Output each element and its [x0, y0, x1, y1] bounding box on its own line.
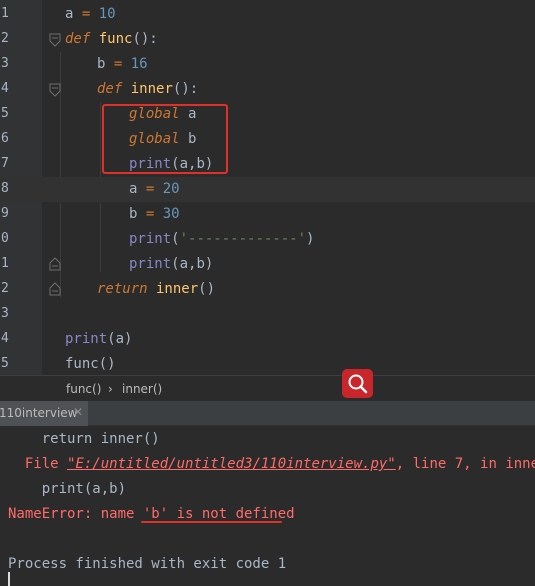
code-line[interactable]: 6 global b: [0, 127, 535, 152]
breadcrumb-item-func[interactable]: func(): [66, 382, 101, 396]
code-line[interactable]: 0 print('-------------'): [0, 227, 535, 252]
tab-110interview[interactable]: 110interview ✕: [0, 401, 88, 426]
annotation-underline: [141, 521, 282, 523]
line-number: 1: [1, 256, 9, 271]
error-message: NameError: name 'b' is not defined: [8, 506, 295, 522]
code-line[interactable]: 5 global a: [0, 102, 535, 127]
code-editor[interactable]: 1 a = 10 2 def func(): 3 b = 16 4 def in…: [0, 0, 535, 375]
tab-label: 110interview: [0, 406, 78, 420]
line-number: 4: [1, 81, 9, 96]
code-text: b = 16: [97, 56, 148, 72]
line-number: 7: [1, 156, 9, 171]
code-text: print(a,b): [129, 256, 214, 272]
line-number: 6: [1, 131, 9, 146]
breadcrumb-separator: ›: [108, 382, 113, 396]
code-line[interactable]: 1 print(a,b): [0, 252, 535, 277]
code-line[interactable]: 3 b = 16: [0, 52, 535, 77]
search-icon: [347, 373, 368, 398]
line-number: 3: [1, 56, 9, 71]
line-number: 2: [1, 281, 9, 296]
text-cursor: [8, 572, 10, 586]
line-number: 9: [1, 206, 9, 221]
console-line: File "E:/untitled/untitled3/110interview…: [8, 456, 535, 472]
process-exit-message: Process finished with exit code 1: [8, 556, 287, 572]
code-text: return inner(): [97, 281, 216, 297]
fold-marker-icon[interactable]: [49, 83, 61, 97]
console-line: return inner(): [8, 431, 160, 447]
line-number: 5: [1, 356, 9, 371]
line-number: 3: [1, 306, 9, 321]
breadcrumb-item-inner[interactable]: inner(): [122, 382, 162, 396]
run-tab-bar: 110interview ✕: [0, 401, 535, 426]
line-number: 8: [1, 181, 9, 196]
code-text: func(): [65, 356, 116, 372]
search-button[interactable]: [342, 369, 373, 398]
code-text: print('-------------'): [129, 231, 315, 247]
code-line[interactable]: 2 return inner(): [0, 277, 535, 302]
traceback-file-link[interactable]: "E:/untitled/untitled3/110interview.py": [67, 456, 396, 472]
code-line[interactable]: 9 b = 30: [0, 202, 535, 227]
code-line[interactable]: 7 print(a,b): [0, 152, 535, 177]
code-text: a = 20: [129, 181, 180, 197]
code-line[interactable]: 4 print(a): [0, 327, 535, 352]
code-text: b = 30: [129, 206, 180, 222]
line-number: 5: [1, 106, 9, 121]
close-icon[interactable]: ✕: [73, 405, 83, 419]
fold-marker-icon[interactable]: [49, 282, 61, 296]
code-text: def func():: [65, 31, 158, 47]
breadcrumb: func() › inner(): [0, 375, 535, 401]
line-number: 1: [1, 6, 9, 21]
code-line[interactable]: 1 a = 10: [0, 2, 535, 27]
code-text: a = 10: [65, 6, 116, 22]
fold-marker-icon[interactable]: [49, 33, 61, 47]
code-text: def inner():: [97, 81, 199, 97]
code-line[interactable]: 5 func(): [0, 352, 535, 377]
console-line: print(a,b): [8, 481, 127, 497]
line-number: 0: [1, 231, 9, 246]
code-line[interactable]: 2 def func():: [0, 27, 535, 52]
code-line-current[interactable]: 8 a = 20: [0, 177, 535, 202]
code-line[interactable]: 4 def inner():: [0, 77, 535, 102]
fold-marker-icon[interactable]: [49, 257, 61, 271]
line-number: 4: [1, 331, 9, 346]
run-console-output[interactable]: return inner() File "E:/untitled/untitle…: [0, 426, 535, 586]
code-text: print(a): [65, 331, 133, 347]
code-line[interactable]: 3: [0, 302, 535, 327]
line-number: 2: [1, 31, 9, 46]
annotation-highlight-box: [102, 104, 228, 174]
